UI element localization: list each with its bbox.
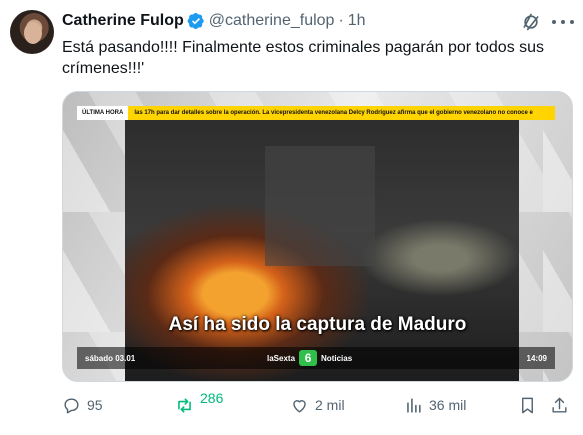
bookmark-button[interactable] [518, 393, 537, 417]
repost-icon [178, 397, 191, 413]
broadcast-clock: 14:09 [526, 354, 547, 363]
like-count: 2 mil [315, 397, 345, 413]
views-button[interactable]: 36 mil [404, 393, 466, 417]
tweet-text: Está pasando!!!! Finalmente estos crimin… [62, 39, 545, 77]
breaking-tag: ÚLTIMA HORA [77, 106, 129, 120]
views-icon [407, 397, 421, 413]
bookmark-icon [522, 397, 533, 413]
avatar-face [24, 22, 42, 44]
video-frame [125, 106, 519, 381]
views-count: 36 mil [429, 397, 467, 413]
like-icon [293, 399, 306, 413]
news-ticker-bar: ÚLTIMA HORA las 17h para dar detalles so… [77, 106, 555, 120]
reply-count: 95 [87, 397, 103, 413]
channel-name: laSexta [267, 353, 296, 363]
share-icon [552, 397, 567, 413]
more-icon[interactable] [552, 12, 574, 32]
reply-button[interactable]: 95 [62, 393, 103, 417]
tweet-card[interactable]: Catherine Fulop @catherine_fulop · 1h Es… [0, 0, 583, 435]
channel-logo-icon: 6 [299, 350, 318, 366]
media-video[interactable]: ÚLTIMA HORA las 17h para dar detalles so… [62, 91, 573, 382]
video-caption: Así ha sido la captura de Maduro [168, 314, 467, 335]
channel-section: Noticias [321, 353, 353, 363]
broadcast-bar: sábado 03.01 laSexta 6 Noticias 14:09 [77, 347, 555, 369]
share-button[interactable] [550, 393, 569, 417]
verified-badge-icon[interactable] [187, 12, 205, 30]
repost-button[interactable]: 286 [175, 390, 224, 417]
author-handle[interactable]: @catherine_fulop [209, 11, 335, 31]
grok-icon[interactable] [521, 12, 541, 32]
repost-count: 286 [200, 390, 224, 406]
reply-icon [64, 397, 79, 413]
timestamp[interactable]: 1h [348, 11, 366, 31]
action-bar: 95 286 2 mil 36 mil [62, 390, 573, 417]
video-scene [265, 146, 375, 266]
like-button[interactable]: 2 mil [290, 393, 345, 417]
broadcast-date: sábado 03.01 [85, 354, 136, 363]
channel-branding: laSexta 6 Noticias [267, 350, 352, 366]
separator-dot: · [338, 12, 344, 29]
avatar[interactable] [10, 10, 54, 54]
news-ticker-text: las 17h para dar detalles sobre la opera… [134, 110, 533, 116]
author-name[interactable]: Catherine Fulop [62, 11, 184, 31]
tweet-header: Catherine Fulop @catherine_fulop · 1h [62, 11, 366, 31]
